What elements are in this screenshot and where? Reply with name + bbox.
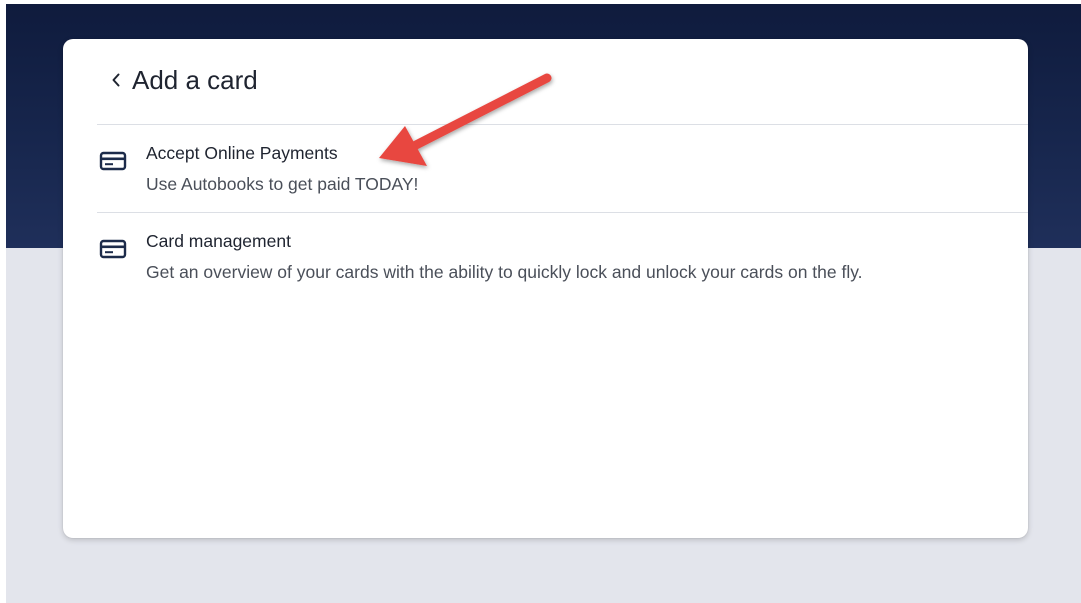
list-item-description: Get an overview of your cards with the a…: [146, 262, 863, 282]
credit-card-icon: [99, 151, 127, 171]
credit-card-icon: [99, 239, 127, 259]
list-item-card-management[interactable]: Card management Get an overview of your …: [97, 213, 1028, 299]
list-item-description: Use Autobooks to get paid TODAY!: [146, 174, 419, 194]
list-item-accept-online-payments[interactable]: Accept Online Payments Use Autobooks to …: [97, 125, 1028, 211]
add-card-panel: Add a card Accept Online Payments Use Au…: [63, 39, 1028, 538]
list-item-title: Accept Online Payments: [146, 143, 338, 163]
list-item-title: Card management: [146, 231, 291, 251]
back-button[interactable]: [107, 69, 125, 91]
panel-header: Add a card: [63, 39, 1028, 125]
chevron-left-icon: [112, 73, 120, 87]
app-frame: Add a card Accept Online Payments Use Au…: [6, 4, 1081, 603]
page-title: Add a card: [132, 65, 258, 95]
